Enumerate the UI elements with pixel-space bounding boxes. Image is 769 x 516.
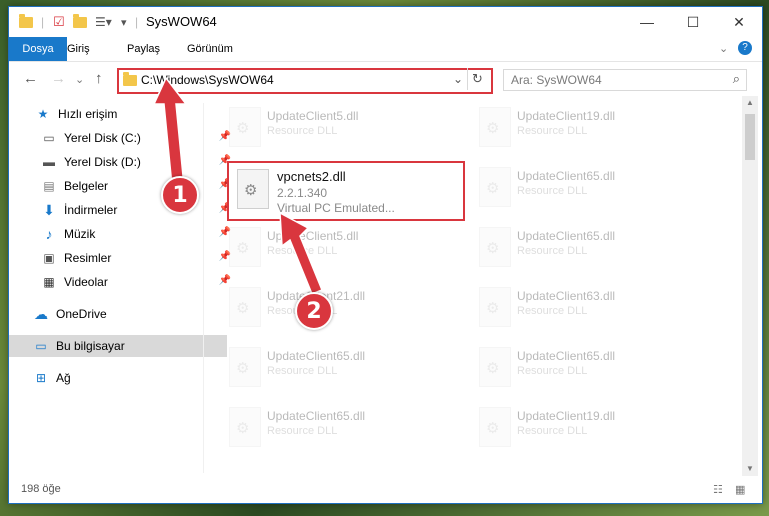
annotation-arrows — [152, 76, 323, 295]
arrow-1 — [152, 76, 188, 187]
annotation-badge-1: 1 — [161, 176, 199, 214]
arrow-2 — [279, 211, 323, 295]
annotation-badge-2: 2 — [295, 292, 333, 330]
